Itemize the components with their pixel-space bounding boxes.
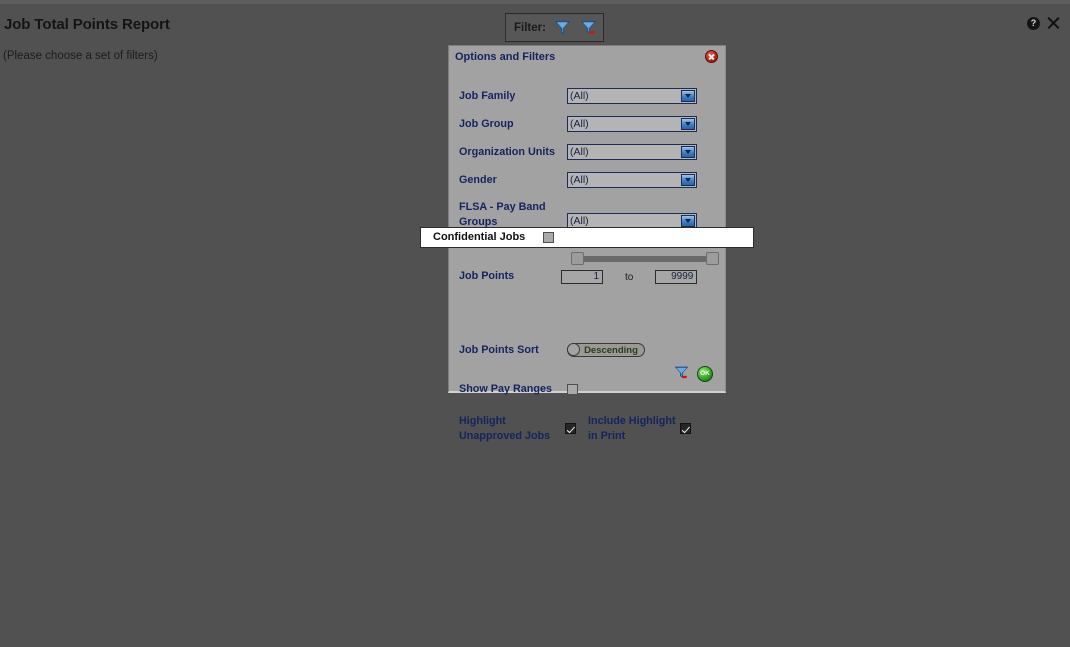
flsa-pay-band-groups-label: FLSA - Pay Band Groups [459, 201, 546, 228]
job-group-value: (All) [570, 118, 589, 130]
filter-toolbar: Filter: [505, 13, 604, 42]
options-and-filters-dialog: Options and Filters Job Family (All) Job… [420, 45, 754, 442]
dialog-close-icon[interactable] [705, 50, 718, 63]
job-family-select[interactable]: (All) [567, 88, 697, 104]
chevron-down-icon[interactable] [681, 174, 695, 186]
job-group-select[interactable]: (All) [567, 116, 697, 132]
job-points-sort-toggle[interactable]: Descending [567, 343, 645, 358]
job-points-separator: to [625, 271, 634, 283]
page-title: Job Total Points Report [4, 16, 170, 33]
include-highlight-in-print-label: Include Highlight in Print [588, 415, 676, 442]
ok-button[interactable]: OK [697, 365, 713, 382]
job-group-label: Job Group [459, 117, 514, 130]
highlight-unapproved-jobs-checkbox[interactable] [565, 423, 576, 435]
highlight-unapproved-jobs-label: Highlight Unapproved Jobs [459, 415, 551, 442]
field-row-confidential-jobs[interactable]: Confidential Jobs [420, 227, 754, 248]
gender-label: Gender [459, 173, 497, 186]
slider-track [576, 256, 714, 262]
confidential-jobs-checkbox[interactable] [543, 232, 554, 243]
job-family-label: Job Family [459, 89, 516, 102]
clear-filter-icon[interactable] [579, 18, 598, 37]
filters-form: Job Family (All) Job Group (All) Organiz… [420, 67, 754, 443]
job-points-sort-label: Job Points Sort [459, 343, 539, 356]
dialog-titlebar: Options and Filters [449, 46, 725, 67]
field-row-include-highlight-in-print: Include Highlight in Print [576, 414, 691, 443]
slider-handle-max[interactable] [706, 252, 719, 265]
help-icon[interactable]: ? [1027, 16, 1040, 30]
show-pay-ranges-label: Show Pay Ranges [459, 382, 553, 395]
field-row-flsa-pay-band-groups: FLSA - Pay Band Groups (All) [449, 199, 725, 229]
field-row-job-family: Job Family (All) [449, 85, 725, 107]
field-row-job-group: Job Group (All) [449, 113, 725, 135]
highlight-options: Highlight Unapproved Jobs Include Highli… [449, 414, 725, 443]
field-row-organization-units: Organization Units (All) [449, 141, 725, 163]
job-points-range-slider[interactable] [571, 252, 719, 265]
page-subtitle: (Please choose a set of filters) [3, 50, 158, 62]
job-points-label: Job Points [459, 269, 515, 282]
gender-select[interactable]: (All) [567, 172, 697, 188]
close-icon[interactable] [1045, 15, 1061, 31]
gender-value: (All) [570, 174, 589, 186]
organization-units-value: (All) [570, 146, 589, 158]
slider-handle-min[interactable] [571, 252, 584, 265]
job-points-max-input[interactable]: 9999 [655, 270, 698, 284]
chevron-down-icon[interactable] [681, 215, 695, 227]
job-points-inputs: 1 to 9999 [561, 270, 721, 284]
job-points-min-input[interactable]: 1 [561, 270, 603, 284]
job-family-value: (All) [570, 90, 589, 102]
chevron-down-icon[interactable] [681, 118, 695, 130]
filter-label: Filter: [514, 21, 546, 34]
field-row-gender: Gender (All) [449, 169, 725, 191]
dialog-apply-filter-icon[interactable] [673, 364, 692, 383]
flsa-pay-band-groups-value: (All) [570, 215, 589, 227]
dialog-title: Options and Filters [455, 50, 556, 63]
show-pay-ranges-checkbox[interactable] [567, 383, 578, 395]
chevron-down-icon[interactable] [681, 90, 695, 102]
chevron-down-icon[interactable] [681, 146, 695, 158]
include-highlight-in-print-checkbox[interactable] [680, 423, 691, 435]
apply-filter-icon[interactable] [553, 18, 572, 37]
dialog-actions: OK [673, 364, 713, 383]
field-row-job-points-sort: Job Points Sort Descending [449, 339, 725, 361]
top-strip [0, 0, 1070, 4]
confidential-jobs-label: Confidential Jobs [433, 231, 526, 244]
organization-units-label: Organization Units [459, 145, 555, 158]
organization-units-select[interactable]: (All) [567, 144, 697, 160]
window-controls: ? [1027, 15, 1061, 31]
field-row-highlight-unapproved-jobs: Highlight Unapproved Jobs [459, 414, 576, 443]
